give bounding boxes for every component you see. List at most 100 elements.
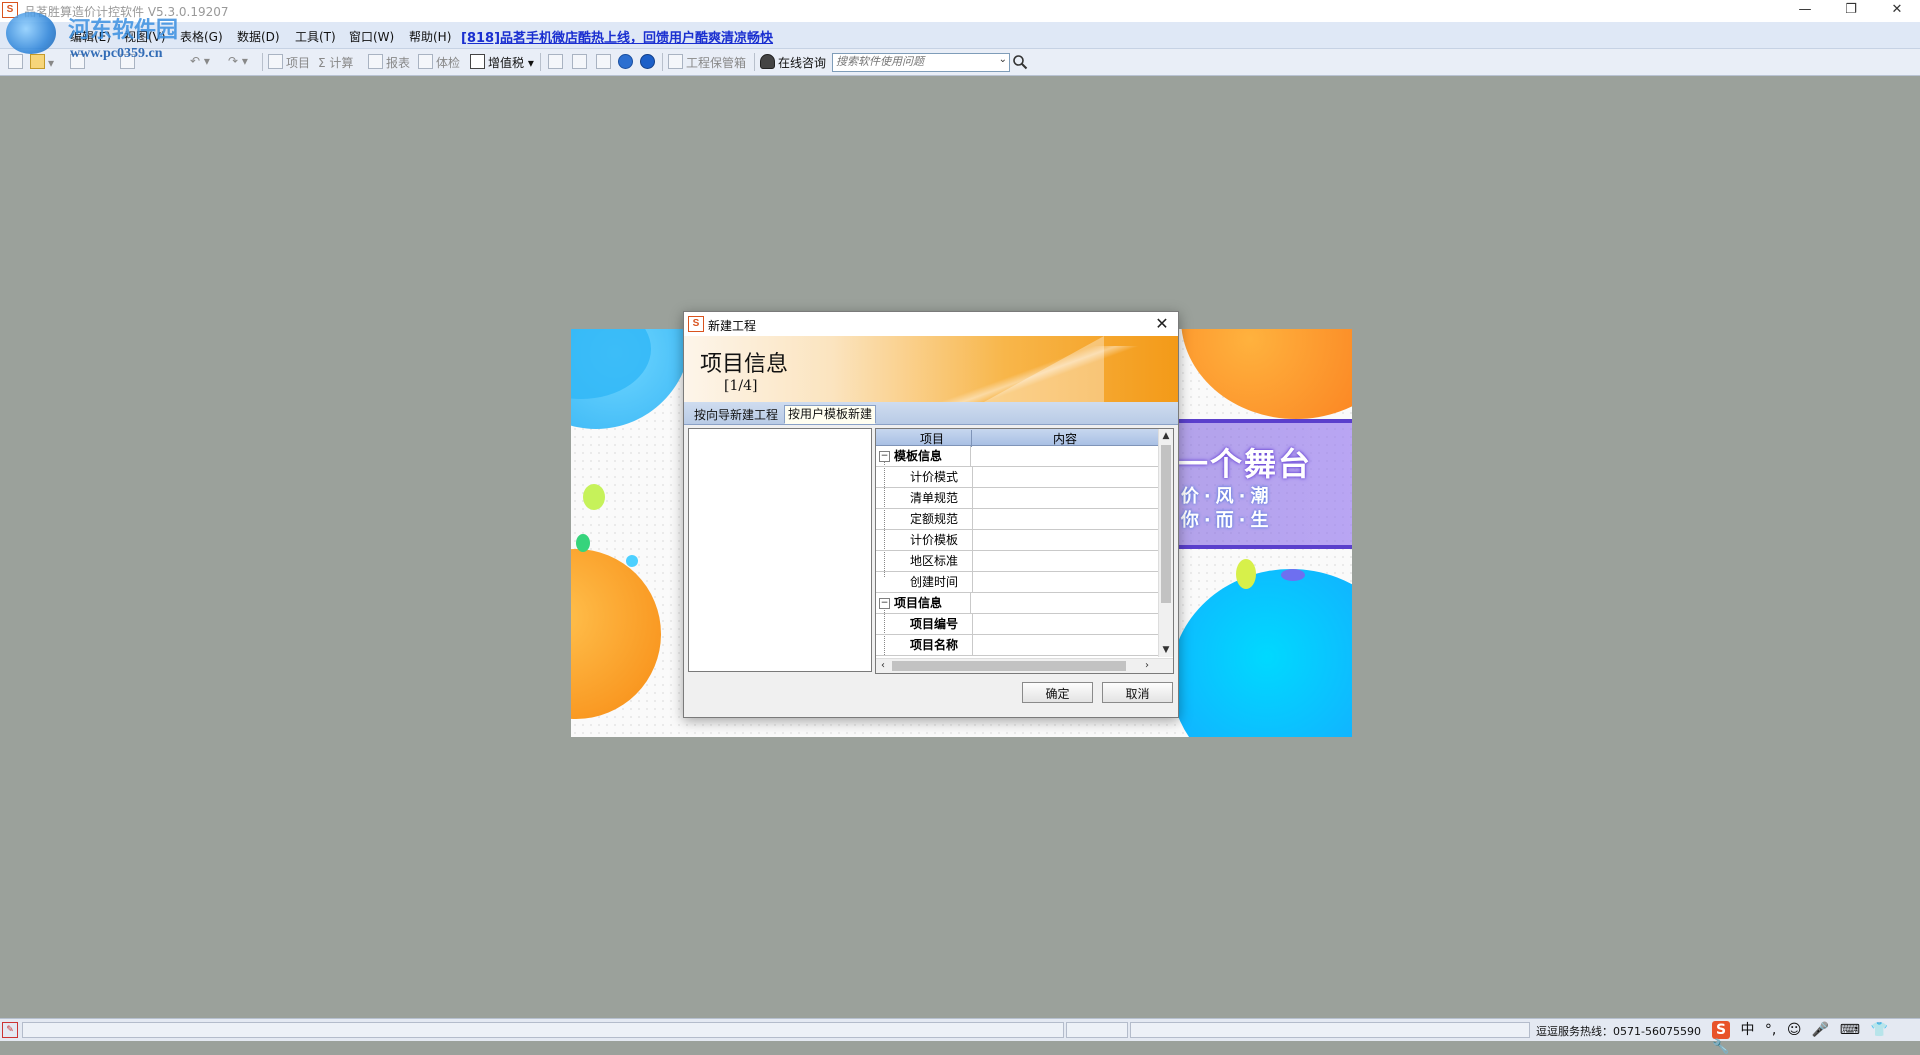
sogou-logo-icon[interactable]: S bbox=[1712, 1021, 1730, 1039]
header-item: 项目 bbox=[919, 432, 944, 446]
banner-heading: 项目信息 bbox=[700, 352, 789, 377]
search-icon[interactable] bbox=[1012, 54, 1028, 70]
scroll-left-icon[interactable]: ‹ bbox=[876, 659, 890, 673]
close-icon[interactable]: ✕ bbox=[1152, 314, 1172, 334]
report-label: 报表 bbox=[386, 56, 411, 70]
toolbar: ▾ ↶ ▾ ↷ ▾ 项目 Σ 计算 报表 体检 增值税 ▾ 工程保管箱 在线咨询… bbox=[0, 49, 1920, 76]
table-row[interactable]: 清单规范 bbox=[876, 488, 1158, 509]
collapse-icon[interactable]: − bbox=[879, 598, 890, 609]
ime-mode[interactable]: 中 bbox=[1740, 1019, 1754, 1039]
row-label: 地区标准 bbox=[908, 551, 973, 571]
ok-button[interactable]: 确定 bbox=[1022, 682, 1093, 703]
close-window-button[interactable]: ✕ bbox=[1874, 0, 1920, 22]
undo-icon[interactable]: ↶ ▾ bbox=[190, 54, 210, 70]
status-pane bbox=[1130, 1022, 1530, 1038]
vat-icon bbox=[470, 54, 485, 69]
archive-label: 工程保管箱 bbox=[686, 56, 747, 70]
template-list[interactable] bbox=[688, 428, 872, 672]
search-field[interactable]: ⌄ bbox=[832, 53, 1010, 72]
redo-icon[interactable]: ↷ ▾ bbox=[228, 54, 248, 70]
tab-wizard[interactable]: 按向导新建工程 bbox=[690, 406, 782, 425]
menu-view[interactable]: 视图(V) bbox=[124, 28, 166, 45]
punctuation-icon[interactable]: °, bbox=[1765, 1022, 1776, 1038]
menu-tools[interactable]: 工具(T) bbox=[295, 28, 336, 45]
report-button[interactable]: 报表 bbox=[368, 54, 410, 70]
cut-icon[interactable] bbox=[120, 54, 138, 70]
project-label: 项目 bbox=[286, 56, 311, 70]
menu-data[interactable]: 数据(D) bbox=[237, 28, 280, 45]
group-row-project-info[interactable]: − 项目信息 bbox=[876, 593, 1158, 614]
property-grid[interactable]: 项目 内容 − 模板信息 计价模式 清单规范 定额规范 计价模板 地区标准 创建… bbox=[875, 428, 1174, 674]
calc-button[interactable]: Σ 计算 bbox=[318, 54, 353, 70]
check-label: 体检 bbox=[436, 56, 461, 70]
scroll-thumb[interactable] bbox=[1161, 445, 1171, 603]
menu-edit[interactable]: 编辑(E) bbox=[70, 28, 111, 45]
splash-slogan: 一个舞台 bbox=[1176, 445, 1313, 483]
status-pane bbox=[22, 1022, 1064, 1038]
splash-slogan-line2: ·价·风·潮 bbox=[1169, 486, 1274, 507]
chevron-down-icon[interactable]: ⌄ bbox=[999, 54, 1007, 65]
app-icon: S bbox=[688, 316, 704, 332]
new-file-icon[interactable] bbox=[8, 54, 26, 70]
report-icon bbox=[368, 54, 383, 69]
row-label: 创建时间 bbox=[908, 572, 973, 592]
row-label: 项目名称 bbox=[908, 635, 973, 655]
check-icon bbox=[418, 54, 433, 69]
table-row[interactable]: 项目编号 bbox=[876, 614, 1158, 635]
scroll-right-icon[interactable]: › bbox=[1140, 659, 1154, 673]
consult-button[interactable]: 在线咨询 bbox=[760, 54, 826, 70]
vat-label: 增值税 bbox=[488, 56, 525, 70]
sigma-icon: Σ bbox=[318, 56, 330, 70]
table-row[interactable]: 定额规范 bbox=[876, 509, 1158, 530]
horizontal-scrollbar[interactable]: ‹ › bbox=[876, 658, 1173, 673]
restore-button[interactable]: ❐ bbox=[1828, 0, 1874, 22]
ime-toolbar[interactable]: S 中 °, ☺ 🎤 ⌨ 👕 🔧 bbox=[1712, 1019, 1920, 1055]
group-label: 模板信息 bbox=[894, 446, 971, 466]
calculator-icon[interactable] bbox=[596, 54, 614, 70]
print-icon[interactable] bbox=[572, 54, 590, 70]
dialog-title: 新建工程 bbox=[708, 319, 757, 333]
menu-window[interactable]: 窗口(W) bbox=[349, 28, 394, 45]
group-label: 项目信息 bbox=[894, 593, 971, 613]
search-input[interactable] bbox=[833, 54, 989, 69]
menu-help[interactable]: 帮助(H) bbox=[409, 28, 451, 45]
archive-button[interactable]: 工程保管箱 bbox=[668, 54, 746, 70]
check-button[interactable]: 体检 bbox=[418, 54, 460, 70]
collapse-icon[interactable]: − bbox=[879, 451, 890, 462]
menu-table[interactable]: 表格(G) bbox=[180, 28, 223, 45]
tools-icon[interactable]: 🔧 bbox=[1712, 1039, 1729, 1055]
person-icon bbox=[760, 54, 775, 69]
cancel-button[interactable]: 取消 bbox=[1102, 682, 1173, 703]
minimize-button[interactable]: — bbox=[1782, 0, 1828, 22]
row-label: 项目编号 bbox=[908, 614, 973, 634]
save-icon[interactable] bbox=[70, 54, 88, 70]
open-file-icon[interactable]: ▾ bbox=[30, 54, 54, 70]
row-label: 定额规范 bbox=[908, 509, 973, 529]
status-bar: ✎ 逗逗服务热线：0571-56075590 S 中 °, ☺ 🎤 ⌨ 👕 🔧 bbox=[0, 1018, 1920, 1055]
emoji-icon[interactable]: ☺ bbox=[1787, 1022, 1802, 1038]
table-row[interactable]: 创建时间 bbox=[876, 572, 1158, 593]
mic-icon[interactable]: 🎤 bbox=[1812, 1022, 1829, 1038]
tab-user-template[interactable]: 按用户模板新建 bbox=[784, 405, 877, 424]
vertical-scrollbar[interactable]: ▲ ▼ bbox=[1158, 429, 1173, 657]
vat-button[interactable]: 增值税 ▾ bbox=[470, 54, 534, 70]
info-icon[interactable] bbox=[640, 54, 658, 70]
dialog-title-bar[interactable]: S 新建工程 ✕ bbox=[684, 312, 1178, 336]
keyboard-icon[interactable]: ⌨ bbox=[1840, 1022, 1860, 1038]
group-row-template-info[interactable]: − 模板信息 bbox=[876, 446, 1158, 467]
scroll-up-icon[interactable]: ▲ bbox=[1159, 429, 1173, 443]
table-row[interactable]: 地区标准 bbox=[876, 551, 1158, 572]
skin-icon[interactable]: 👕 bbox=[1870, 1022, 1887, 1038]
doc-icon[interactable] bbox=[548, 54, 566, 70]
new-project-dialog: S 新建工程 ✕ 项目信息 [1/4] 按向导新建工程 按用户模板新建 项目 内… bbox=[683, 311, 1179, 718]
table-row[interactable]: 计价模式 bbox=[876, 467, 1158, 488]
promo-link[interactable]: [818]品茗手机微店酷热上线，回馈用户酷爽清凉畅快 bbox=[461, 27, 773, 46]
help-icon[interactable] bbox=[618, 54, 636, 70]
row-label: 计价模板 bbox=[908, 530, 973, 550]
table-row[interactable]: 计价模板 bbox=[876, 530, 1158, 551]
table-row[interactable]: 项目名称 bbox=[876, 635, 1158, 656]
title-bar: S 品茗胜算造价计控软件 V5.3.0.19207 — ❐ ✕ bbox=[0, 0, 1920, 22]
project-button[interactable]: 项目 bbox=[268, 54, 310, 70]
scroll-thumb[interactable] bbox=[892, 661, 1126, 671]
scroll-down-icon[interactable]: ▼ bbox=[1159, 643, 1173, 657]
